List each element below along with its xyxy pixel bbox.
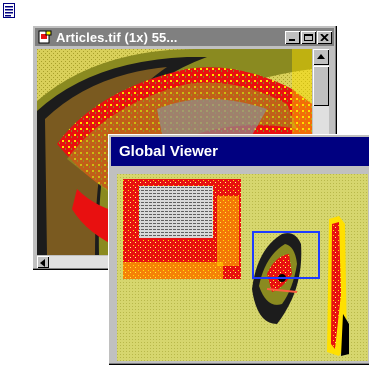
scroll-up-button[interactable] bbox=[313, 49, 329, 65]
scroll-left-button[interactable] bbox=[37, 256, 49, 268]
image-document-icon[interactable] bbox=[38, 30, 52, 44]
maximize-button[interactable] bbox=[301, 30, 316, 44]
close-icon bbox=[320, 33, 329, 41]
articles-window-title: Articles.tif (1x) 55... bbox=[56, 29, 178, 45]
close-button[interactable] bbox=[317, 30, 332, 44]
minimize-icon bbox=[289, 38, 295, 41]
arrow-left-icon bbox=[40, 259, 45, 267]
global-viewer-title: Global Viewer bbox=[119, 143, 218, 160]
maximize-icon bbox=[304, 33, 313, 41]
document-lines-icon[interactable] bbox=[3, 3, 15, 18]
global-viewer-thumbnail[interactable] bbox=[117, 174, 368, 361]
articles-window-titlebar[interactable]: Articles.tif (1x) 55... bbox=[35, 28, 334, 46]
scroll-thumb[interactable] bbox=[313, 66, 329, 106]
arrow-up-icon bbox=[317, 54, 325, 59]
global-viewer-titlebar[interactable]: Global Viewer bbox=[111, 137, 369, 166]
global-viewer-window[interactable]: Global Viewer bbox=[108, 134, 369, 365]
minimize-button[interactable] bbox=[285, 30, 300, 44]
